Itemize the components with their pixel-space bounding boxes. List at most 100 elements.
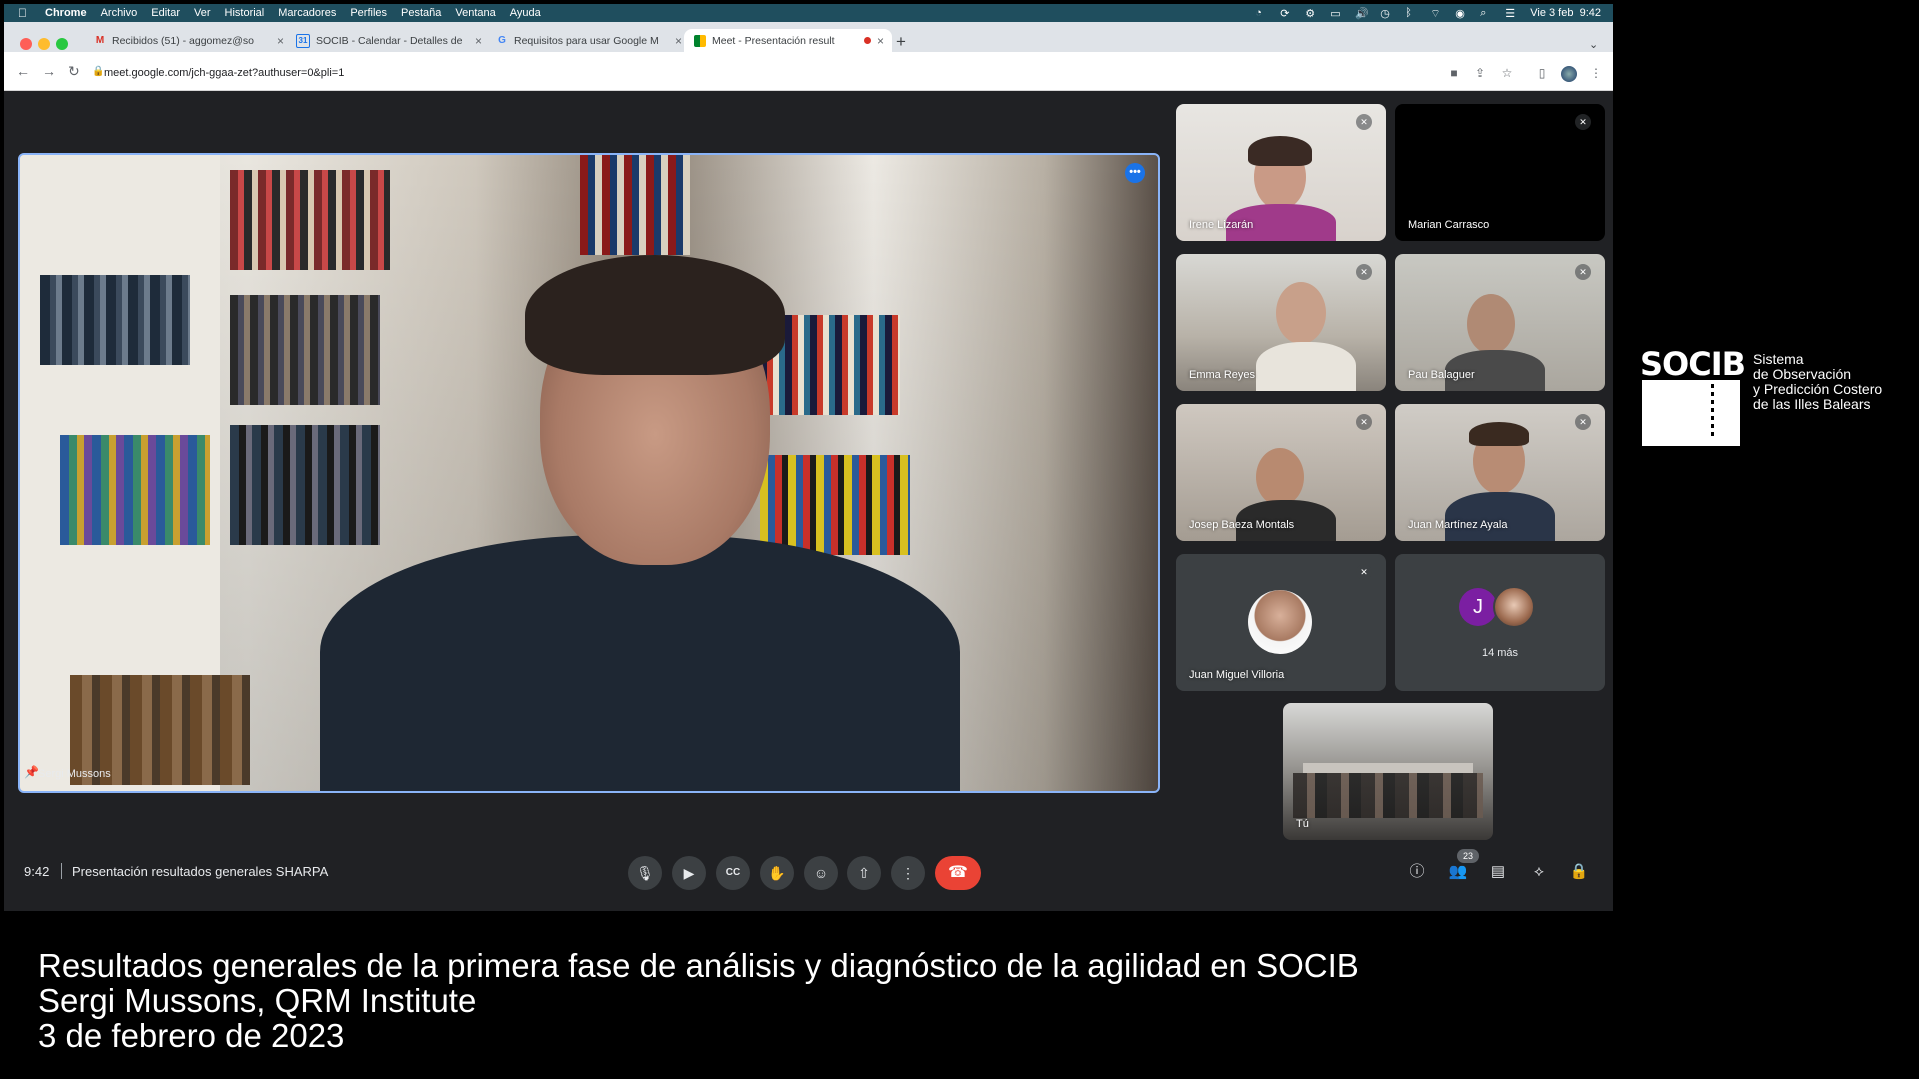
control-center-icon[interactable]: ☰: [1505, 7, 1517, 20]
end-call-icon[interactable]: ☎: [935, 856, 981, 890]
host-controls-icon[interactable]: 🔒: [1569, 862, 1589, 882]
socib-logo-dashes: [1711, 384, 1714, 440]
tab-close-icon[interactable]: ×: [675, 34, 682, 48]
bookmark-star-icon[interactable]: ☆: [1500, 66, 1514, 80]
tab-meet[interactable]: Meet - Presentación result ×: [684, 29, 892, 52]
tab-calendar[interactable]: 31 SOCIB - Calendar - Detalles de ×: [292, 29, 482, 52]
participant-tile[interactable]: ✕ Irene Lizarán: [1176, 104, 1386, 241]
socib-logo-block: [1642, 380, 1740, 446]
tab-close-icon[interactable]: ×: [277, 34, 284, 48]
avatar: [1248, 590, 1312, 654]
tab-gmail[interactable]: M Recibidos (51) - aggomez@so ×: [90, 29, 284, 52]
participant-name: Juan Martínez Ayala: [1408, 519, 1508, 531]
info-icon[interactable]: ⓘ: [1407, 862, 1427, 882]
macos-menubar:  Chrome Archivo Editar Ver Historial Ma…: [4, 4, 1613, 22]
participant-tile[interactable]: ✕ Juan Miguel Villoria: [1176, 554, 1386, 691]
forward-arrow-icon[interactable]: →: [42, 63, 56, 79]
creative-cloud-icon[interactable]: ◔: [1255, 7, 1267, 19]
participant-name: Emma Reyes: [1189, 369, 1256, 381]
wifi-off-icon[interactable]: ⌔: [1430, 7, 1442, 20]
participant-tile[interactable]: ✕ Pau Balaguer: [1395, 254, 1605, 391]
tab-label: Recibidos (51) - aggomez@so: [112, 34, 254, 47]
socib-logo-line: Sistema: [1753, 351, 1804, 367]
participants-count-badge: 23: [1457, 849, 1479, 863]
apple-menu-icon[interactable]: : [18, 6, 27, 20]
reload-icon[interactable]: ↻: [68, 63, 80, 80]
tab-search-chevron-icon[interactable]: ⌄: [1589, 38, 1598, 51]
gmail-icon: M: [95, 34, 105, 46]
meeting-time: 9:42: [24, 864, 50, 879]
menu-ayuda[interactable]: Ayuda: [510, 7, 541, 19]
socib-logo-line: de las Illes Balears: [1753, 396, 1871, 412]
new-tab-button[interactable]: +: [896, 32, 906, 52]
tab-label: Meet - Presentación result: [712, 34, 835, 47]
tab-google-requirements[interactable]: G Requisitos para usar Google M ×: [492, 29, 682, 52]
bluetooth-icon[interactable]: ᛒ: [1405, 7, 1417, 19]
mic-off-icon: ✕: [1575, 264, 1591, 280]
self-view-label: Tú: [1296, 818, 1309, 830]
menu-app-name[interactable]: Chrome: [45, 7, 87, 19]
mic-icon[interactable]: 🎙: [628, 856, 662, 890]
mic-off-icon: ✕: [1356, 414, 1372, 430]
present-icon[interactable]: ⇧: [847, 856, 881, 890]
menu-historial[interactable]: Historial: [225, 7, 265, 19]
window-close-button[interactable]: [20, 38, 32, 50]
mic-off-icon: ✕: [1356, 564, 1372, 580]
raise-hand-icon[interactable]: ✋: [760, 856, 794, 890]
spotlight-search-icon[interactable]: ⌕: [1480, 7, 1492, 19]
more-options-icon[interactable]: ⋮: [891, 856, 925, 890]
lock-icon[interactable]: 🔒: [92, 66, 104, 77]
menu-ver[interactable]: Ver: [194, 7, 211, 19]
participant-tile[interactable]: ✕ Josep Baeza Montals: [1176, 404, 1386, 541]
menu-archivo[interactable]: Archivo: [101, 7, 138, 19]
caption-title: Resultados generales de la primera fase …: [38, 947, 1359, 984]
camera-icon[interactable]: ▶: [672, 856, 706, 890]
tile-options-icon[interactable]: •••: [1125, 163, 1145, 183]
activities-icon[interactable]: ⟡: [1529, 862, 1549, 882]
socib-logo-line: y Predicción Costero: [1753, 381, 1883, 397]
profile-avatar[interactable]: [1561, 66, 1577, 82]
window-icon[interactable]: ▭: [1330, 7, 1342, 20]
google-icon: G: [498, 34, 506, 46]
pin-icon[interactable]: 📌: [24, 765, 39, 779]
window-zoom-button[interactable]: [56, 38, 68, 50]
emoji-icon[interactable]: ☺: [804, 856, 838, 890]
url-field[interactable]: meet.google.com/jch-ggaa-zet?authuser=0&…: [104, 67, 344, 79]
window-minimize-button[interactable]: [38, 38, 50, 50]
time-machine-icon[interactable]: ◷: [1380, 7, 1392, 20]
user-switch-icon[interactable]: ◉: [1455, 7, 1467, 20]
tab-close-icon[interactable]: ×: [877, 34, 884, 48]
back-arrow-icon[interactable]: ←: [16, 63, 30, 79]
tab-label: Requisitos para usar Google M: [514, 34, 659, 47]
tab-close-icon[interactable]: ×: [475, 34, 482, 48]
menubar-datetime[interactable]: Vie 3 feb 9:42: [1530, 7, 1601, 19]
sync-icon[interactable]: ⟳: [1280, 7, 1292, 20]
captions-icon[interactable]: CC: [716, 856, 750, 890]
menu-ventana[interactable]: Ventana: [455, 7, 495, 19]
caption-date: 3 de febrero de 2023: [38, 1017, 345, 1054]
menu-pestana[interactable]: Pestaña: [401, 7, 441, 19]
participant-tile[interactable]: ✕ Emma Reyes: [1176, 254, 1386, 391]
recording-indicator-icon: [863, 37, 871, 44]
side-panel-icon[interactable]: ▯: [1535, 66, 1549, 80]
chat-icon[interactable]: ▤: [1488, 862, 1508, 882]
participant-tile[interactable]: ✕ Juan Martínez Ayala: [1395, 404, 1605, 541]
menu-perfiles[interactable]: Perfiles: [350, 7, 387, 19]
main-speaker-video[interactable]: [18, 153, 1160, 793]
main-speaker-name: Sergi Mussons: [38, 768, 111, 780]
mic-off-icon: ✕: [1575, 114, 1591, 130]
menu-marcadores[interactable]: Marcadores: [278, 7, 336, 19]
meeting-title: Presentación resultados generales SHARPA: [72, 864, 329, 879]
menu-editar[interactable]: Editar: [151, 7, 180, 19]
self-view-tile[interactable]: Tú: [1283, 703, 1493, 840]
share-icon[interactable]: ⇪: [1473, 66, 1487, 80]
socib-logo-line: de Observación: [1753, 366, 1852, 382]
people-icon[interactable]: 👥: [1448, 862, 1468, 882]
more-participants-tile[interactable]: J 14 más: [1395, 554, 1605, 691]
chrome-menu-icon[interactable]: ⋮: [1589, 66, 1603, 80]
camera-in-use-icon[interactable]: ■: [1447, 66, 1461, 80]
volume-icon[interactable]: 🔊: [1355, 7, 1369, 20]
avatar: J: [1459, 588, 1497, 626]
participant-tile[interactable]: ✕ Marian Carrasco: [1395, 104, 1605, 241]
gear-icon[interactable]: ⚙: [1305, 7, 1317, 20]
